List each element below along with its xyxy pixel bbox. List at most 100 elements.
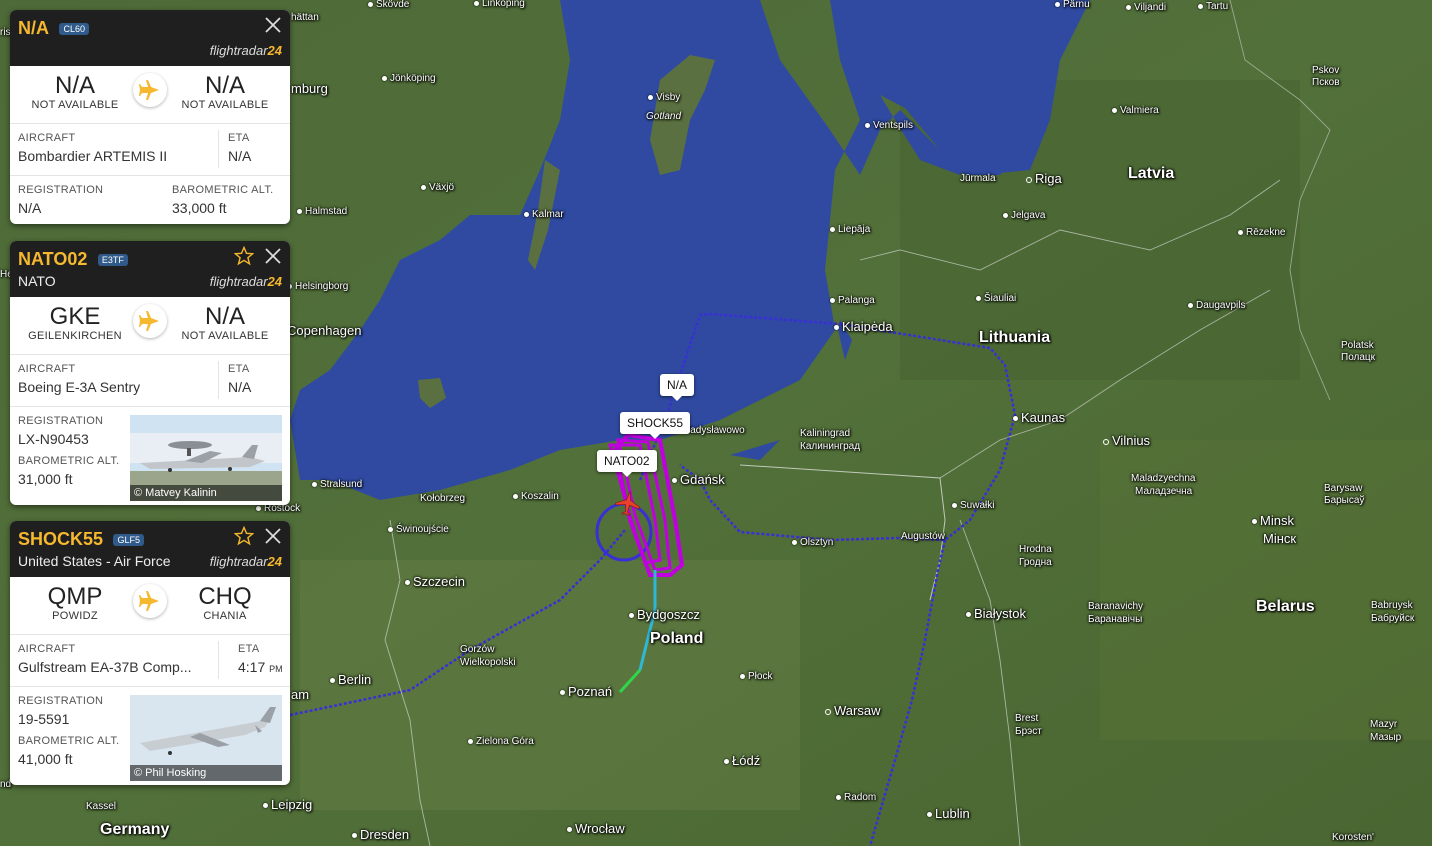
destination-code: N/A bbox=[204, 303, 245, 330]
map-label-polatsk: Polatsk bbox=[1341, 340, 1374, 351]
map-label-vaxjo: Växjö bbox=[429, 182, 455, 193]
map-label-pskov: Pskov bbox=[1312, 65, 1340, 76]
map-label-halmstad: Halmstad bbox=[305, 206, 348, 217]
destination-airport[interactable]: CHQ CHANIA bbox=[160, 583, 290, 622]
map-label-visby: Visby bbox=[656, 92, 681, 103]
registration-photo-row: REGISTRATION 19-5591 BAROMETRIC ALT. 41,… bbox=[10, 687, 290, 785]
destination-airport[interactable]: N/A NOT AVAILABLE bbox=[160, 72, 290, 111]
map-label-maladzyechna: Maladzyechna bbox=[1131, 473, 1196, 484]
map-label-gdansk: Gdańsk bbox=[680, 472, 725, 487]
map-label-fragment-am: am bbox=[291, 687, 310, 702]
map-label-leipzig: Leipzig bbox=[271, 797, 313, 812]
flight-panel-nato02[interactable]: NATO02 E3TF NATO flightradar24 GKE GEILE… bbox=[10, 241, 290, 505]
close-icon[interactable] bbox=[264, 527, 282, 545]
map-label-mazyr-by: Мазыр bbox=[1370, 732, 1402, 743]
panel-header: N/A CL60 flightradar24 bbox=[10, 10, 290, 66]
altitude-label: BAROMETRIC ALT. bbox=[172, 184, 274, 196]
map-label-jonkoping: Jönköping bbox=[390, 73, 436, 84]
flightradar24-logo: flightradar24 bbox=[209, 43, 282, 58]
map-label-daugavpils: Daugavpils bbox=[1196, 300, 1246, 311]
map-label-radom: Radom bbox=[844, 792, 877, 803]
map-label-valmiera: Valmiera bbox=[1120, 105, 1159, 116]
destination-airport[interactable]: N/A NOT AVAILABLE bbox=[160, 303, 290, 342]
aircraft-label: AIRCRAFT bbox=[18, 643, 76, 655]
map-label-stralsund: Stralsund bbox=[320, 479, 363, 490]
map-label-skovde: Skövde bbox=[376, 0, 410, 10]
flight-tag-nato02[interactable]: NATO02 bbox=[597, 450, 657, 477]
photo-credit: © Matvey Kalinin bbox=[130, 485, 282, 501]
star-icon[interactable] bbox=[234, 526, 254, 546]
aircraft-photo[interactable]: © Matvey Kalinin bbox=[130, 415, 282, 501]
flightradar24-logo: flightradar24 bbox=[209, 554, 282, 569]
aircraft-value: Boeing E-3A Sentry bbox=[18, 379, 141, 395]
registration-altitude-row: REGISTRATION N/A BAROMETRIC ALT. 33,000 … bbox=[10, 176, 290, 224]
map-label-fragment-hatten: hättan bbox=[291, 12, 319, 23]
map-label-koszalin: Koszalin bbox=[521, 491, 559, 502]
origin-airport[interactable]: QMP POWIDZ bbox=[10, 583, 140, 622]
flight-panel-shock55[interactable]: SHOCK55 GLF5 United States - Air Force f… bbox=[10, 521, 290, 785]
map-label-ventspils: Ventspils bbox=[873, 120, 914, 131]
origin-airport[interactable]: GKE GEILENKIRCHEN bbox=[10, 303, 140, 342]
altitude-value: 41,000 ft bbox=[18, 751, 73, 767]
map-label-mazyr: Mazyr bbox=[1370, 719, 1398, 730]
map-label-fragment-burg: mburg bbox=[291, 81, 328, 96]
close-icon[interactable] bbox=[264, 16, 282, 34]
origin-city: GEILENKIRCHEN bbox=[28, 330, 122, 342]
star-icon[interactable] bbox=[234, 246, 254, 266]
map-label-lublin: Lublin bbox=[935, 806, 970, 821]
aircraft-photo[interactable]: © Phil Hosking bbox=[130, 695, 282, 781]
map-label-siauliai: Šiauliai bbox=[984, 293, 1017, 304]
map-label-berlin: Berlin bbox=[338, 672, 372, 687]
destination-city: NOT AVAILABLE bbox=[181, 330, 269, 342]
map-label-zielona-gora: Zielona Góra bbox=[476, 736, 534, 747]
flight-panel-na[interactable]: N/A CL60 flightradar24 N/A NOT AVAILABLE… bbox=[10, 10, 290, 224]
map-label-minsk: Minsk bbox=[1260, 513, 1294, 528]
registration-photo-row: REGISTRATION LX-N90453 BAROMETRIC ALT. 3… bbox=[10, 407, 290, 505]
eta-value: 4:17 PM bbox=[238, 659, 283, 675]
aircraft-eta-row: AIRCRAFT Boeing E-3A Sentry ETA N/A bbox=[10, 355, 290, 407]
close-icon[interactable] bbox=[264, 247, 282, 265]
aircraft-eta-row: AIRCRAFT Gulfstream EA-37B Comp... ETA 4… bbox=[10, 635, 290, 687]
map-label-pskov-ru: Псков bbox=[1312, 77, 1340, 88]
map-label-poland: Poland bbox=[650, 630, 704, 647]
panel-callsign: SHOCK55 bbox=[18, 529, 104, 549]
map-label-polatsk-by: Полацк bbox=[1341, 352, 1376, 363]
eta-suffix: PM bbox=[269, 664, 283, 674]
panel-callsign: N/A bbox=[18, 18, 49, 38]
panel-header: NATO02 E3TF NATO flightradar24 bbox=[10, 241, 290, 297]
map-label-suwalki: Suwałki bbox=[960, 500, 995, 511]
aircraft-type-badge: E3TF bbox=[97, 253, 128, 266]
map-label-hrodna-by: Гродна bbox=[1019, 557, 1052, 568]
map-label-linkoping: Linköping bbox=[482, 0, 525, 9]
map-label-olsztyn: Olsztyn bbox=[800, 537, 834, 548]
map-label-hrodna: Hrodna bbox=[1019, 544, 1052, 555]
eta-label: ETA bbox=[228, 363, 250, 375]
destination-city: CHANIA bbox=[203, 610, 247, 622]
registration-value: 19-5591 bbox=[18, 711, 70, 727]
map-label-gorzow: Gorzów bbox=[460, 644, 495, 655]
altitude-value: 31,000 ft bbox=[18, 471, 73, 487]
origin-city: NOT AVAILABLE bbox=[31, 99, 119, 111]
map-label-riga: Riga bbox=[1035, 171, 1062, 186]
map-label-klaipeda: Klaipėda bbox=[842, 319, 893, 334]
map-label-maladzyechna-by: Маладзечна bbox=[1135, 486, 1193, 497]
origin-code: GKE bbox=[49, 303, 101, 330]
route-section: N/A NOT AVAILABLE N/A NOT AVAILABLE bbox=[10, 66, 290, 124]
origin-airport[interactable]: N/A NOT AVAILABLE bbox=[10, 72, 140, 111]
flight-tag-na[interactable]: N/A bbox=[660, 374, 695, 401]
map-label-lodz: Łódź bbox=[732, 753, 761, 768]
altitude-label: BAROMETRIC ALT. bbox=[18, 455, 120, 467]
flight-tag-shock55[interactable]: SHOCK55 bbox=[620, 412, 691, 439]
map-label-helsingborg: Helsingborg bbox=[295, 281, 349, 292]
photo-credit: © Phil Hosking bbox=[130, 765, 282, 781]
map-label-minsk-by: Мінск bbox=[1263, 531, 1297, 546]
map-label-kolobrzeg: Kołobrzeg bbox=[420, 493, 466, 504]
map-label-latvia: Latvia bbox=[1128, 165, 1175, 182]
registration-label: REGISTRATION bbox=[18, 695, 104, 707]
map-label-swinoujscie: Świnoujście bbox=[396, 524, 449, 535]
aircraft-label: AIRCRAFT bbox=[18, 363, 76, 375]
panel-callsign: NATO02 bbox=[18, 249, 88, 269]
map-label-kalmar: Kalmar bbox=[532, 209, 564, 220]
map-label-poznan: Poznań bbox=[568, 684, 613, 699]
map-label-brest-by: Брэст bbox=[1015, 726, 1042, 737]
